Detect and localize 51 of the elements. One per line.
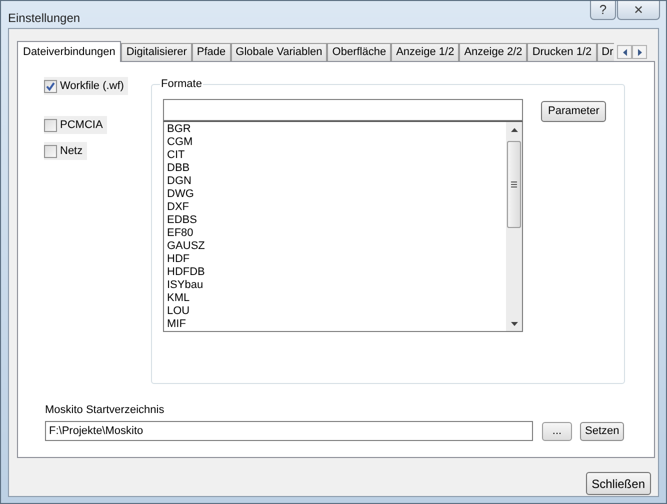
scroll-right-button[interactable] bbox=[632, 45, 647, 59]
list-item[interactable]: KML bbox=[167, 292, 190, 305]
field-label: Moskito Startverzeichnis bbox=[45, 404, 166, 417]
tab[interactable]: Drucken 1/2 bbox=[527, 43, 597, 61]
list-item[interactable]: LOU bbox=[167, 305, 190, 318]
checkbox-label: Workfile (.wf) bbox=[60, 78, 124, 94]
list-item[interactable]: DXF bbox=[167, 201, 189, 214]
list-item[interactable]: GAUSZ bbox=[167, 240, 205, 253]
directory-input-field[interactable]: F:\Projekte\Moskito bbox=[45, 421, 533, 441]
arrow-left-icon bbox=[622, 48, 628, 56]
window-title: Einstellungen bbox=[8, 10, 80, 27]
tab[interactable]: Dr bbox=[596, 43, 614, 61]
checkbox[interactable] bbox=[44, 144, 57, 158]
list-item[interactable]: MIF bbox=[167, 318, 186, 331]
checkbox[interactable] bbox=[44, 80, 57, 92]
list-item[interactable]: BGR bbox=[167, 123, 191, 136]
help-button[interactable]: ? bbox=[590, 1, 616, 20]
tab[interactable]: Pfade bbox=[192, 43, 231, 61]
list-item[interactable]: ISYbau bbox=[167, 279, 204, 292]
scroll-up-icon[interactable] bbox=[510, 128, 518, 132]
list-item[interactable]: HDFDB bbox=[167, 266, 205, 279]
list-item[interactable]: DGN bbox=[167, 175, 192, 188]
tab[interactable]: Anzeige 2/2 bbox=[459, 43, 528, 61]
tab[interactable]: Dateiverbindungen bbox=[17, 41, 122, 62]
close-window-button[interactable]: ✕ bbox=[617, 1, 660, 20]
format-input-field[interactable] bbox=[163, 99, 523, 121]
checkbox-label: Netz bbox=[60, 144, 83, 159]
parameter-button[interactable]: Parameter bbox=[541, 101, 606, 122]
grip-icon bbox=[511, 181, 517, 188]
format-list[interactable]: BGR CGM CIT DBB DGN DWG DXF EDBS EF80 GAUSZ HDF HDFDB ISYbau KML LOU MIF bbox=[163, 121, 523, 332]
tab[interactable]: Oberfläche bbox=[327, 43, 392, 61]
scroll-down-icon[interactable] bbox=[510, 322, 518, 326]
tab[interactable]: Digitalisierer bbox=[121, 43, 192, 61]
list-item[interactable]: HDF bbox=[167, 253, 190, 266]
scrollbar[interactable] bbox=[506, 122, 522, 331]
list-item[interactable]: CGM bbox=[167, 136, 193, 149]
list-item[interactable]: EDBS bbox=[167, 214, 197, 227]
arrow-right-icon bbox=[636, 48, 642, 56]
list-item[interactable]: DWG bbox=[167, 188, 194, 201]
tab[interactable]: Globale Variablen bbox=[230, 43, 328, 61]
list-item[interactable]: DBB bbox=[167, 162, 190, 175]
browse-button[interactable]: ... bbox=[542, 422, 572, 440]
close-button[interactable]: Schließen bbox=[586, 472, 651, 495]
set-button[interactable]: Setzen bbox=[580, 422, 624, 440]
list-item[interactable]: EF80 bbox=[167, 227, 194, 240]
tab[interactable]: Anzeige 1/2 bbox=[391, 43, 460, 61]
checkbox-label: PCMCIA bbox=[60, 118, 103, 133]
scroll-left-button[interactable] bbox=[617, 45, 632, 59]
list-item[interactable]: CIT bbox=[167, 149, 185, 162]
scroll-thumb[interactable] bbox=[507, 141, 521, 228]
checkbox[interactable] bbox=[44, 118, 57, 132]
